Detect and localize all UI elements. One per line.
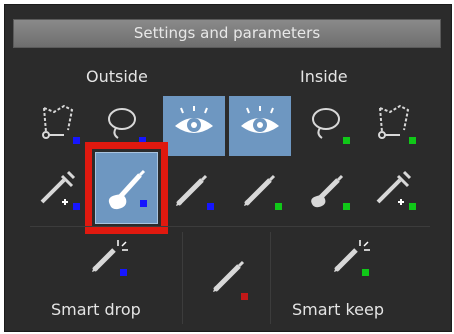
inside-marker (275, 203, 282, 210)
inside-lasso-button[interactable] (304, 100, 352, 148)
outside-marker (73, 203, 80, 210)
smart-drop-button[interactable] (84, 232, 132, 280)
inside-pencil-button[interactable] (236, 166, 284, 214)
inside-marker (362, 269, 369, 276)
inside-view-toggle[interactable] (229, 96, 291, 156)
neutral-marker (241, 293, 248, 300)
smart-drop-label: Smart drop (51, 300, 141, 319)
outside-marker (120, 269, 127, 276)
inside-marker (343, 203, 350, 210)
outside-marker (73, 137, 80, 144)
outside-marker (207, 203, 214, 210)
inside-marker (409, 203, 416, 210)
selection-highlight (85, 142, 168, 234)
inside-polygon-lasso-button[interactable] (370, 100, 418, 148)
inside-brush-button[interactable] (304, 166, 352, 214)
eye-icon (241, 106, 279, 133)
column-divider (182, 232, 183, 324)
inside-marker (409, 137, 416, 144)
eye-icon (175, 106, 213, 133)
outside-lasso-button[interactable] (100, 100, 148, 148)
section-divider (30, 226, 430, 227)
outside-polygon-lasso-button[interactable] (34, 100, 82, 148)
inside-label: Inside (300, 67, 348, 86)
inside-dropper-button[interactable] (370, 166, 418, 214)
outside-pencil-button[interactable] (168, 166, 216, 214)
outside-view-toggle[interactable] (163, 96, 225, 156)
inside-marker (343, 137, 350, 144)
outside-label: Outside (86, 67, 148, 86)
smart-keep-label: Smart keep (292, 300, 385, 319)
neutral-pencil-button[interactable] (205, 252, 253, 300)
column-divider (270, 232, 271, 324)
outside-dropper-button[interactable] (34, 166, 82, 214)
panel-title: Settings and parameters (13, 19, 441, 48)
smart-keep-button[interactable] (326, 232, 374, 280)
